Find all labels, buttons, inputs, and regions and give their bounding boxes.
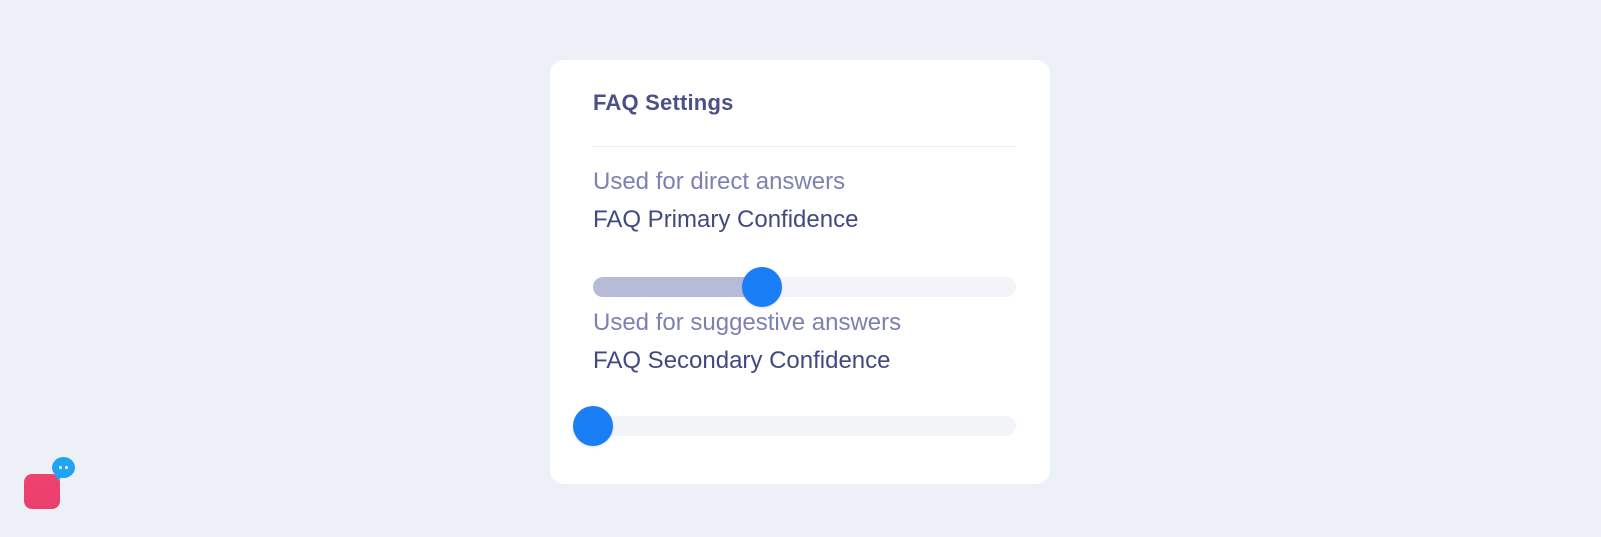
secondary-confidence-setting: Used for suggestive answers FAQ Secondar…	[593, 308, 1016, 376]
primary-help-text: Used for direct answers	[593, 168, 846, 195]
chat-bubble-dot	[65, 466, 68, 469]
primary-slider-fill	[593, 277, 763, 297]
chat-widget-button[interactable]	[24, 457, 78, 509]
primary-confidence-slider[interactable]	[593, 267, 1016, 307]
primary-label: FAQ Primary Confidence	[593, 206, 859, 233]
chat-bubble-icon	[52, 457, 75, 478]
primary-confidence-setting: Used for direct answers FAQ Primary Conf…	[593, 167, 1016, 235]
secondary-confidence-slider[interactable]	[573, 406, 1016, 446]
title-divider	[593, 146, 1016, 147]
primary-slider-thumb[interactable]	[742, 267, 783, 307]
card-title: FAQ Settings	[593, 90, 734, 115]
secondary-help-text: Used for suggestive answers	[593, 309, 902, 336]
secondary-slider-thumb[interactable]	[573, 406, 613, 446]
chat-bubble-dot	[59, 466, 62, 469]
secondary-label: FAQ Secondary Confidence	[593, 347, 891, 374]
faq-settings-card: FAQ Settings Used for direct answers FAQ…	[550, 60, 1050, 484]
